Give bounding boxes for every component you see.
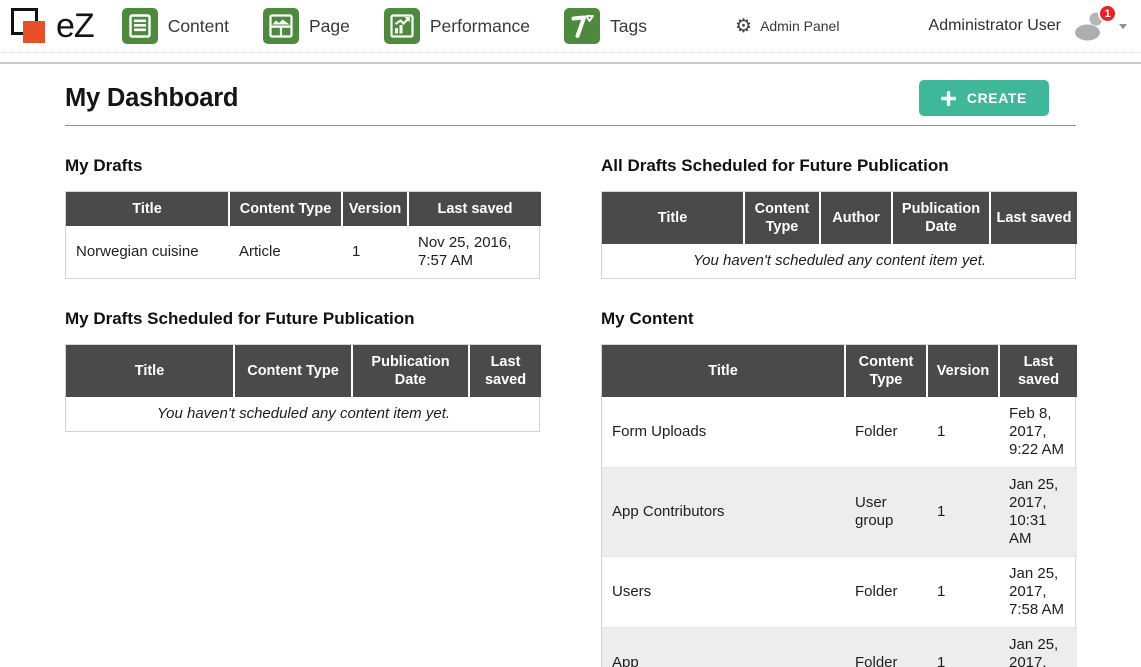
page-title: My Dashboard bbox=[65, 84, 238, 113]
cell-last-saved: Jan 25, 2017, 10:31 AM bbox=[999, 468, 1077, 557]
column-header: Title bbox=[66, 192, 229, 226]
column-header: Content Type bbox=[845, 345, 927, 397]
cell-version: 1 bbox=[927, 397, 999, 468]
cell-version: 1 bbox=[927, 628, 999, 667]
nav-item-label: Tags bbox=[610, 16, 647, 37]
cell-title: Users bbox=[602, 557, 845, 628]
ez-logo-icon bbox=[10, 6, 48, 46]
all-drafts-scheduled-table: Title Content Type Author Publication Da… bbox=[601, 191, 1076, 279]
column-header: Version bbox=[342, 192, 408, 226]
section-my-content: My Content Title Content Type Version La… bbox=[601, 279, 1076, 667]
cell-title: App bbox=[602, 628, 845, 667]
avatar: 1 bbox=[1073, 11, 1109, 41]
user-name: Administrator User bbox=[929, 17, 1061, 35]
create-button[interactable]: CREATE bbox=[919, 80, 1049, 116]
column-header: Last saved bbox=[408, 192, 541, 226]
ez-logo-text: eZ bbox=[56, 9, 94, 43]
empty-message: You haven't scheduled any content item y… bbox=[602, 244, 1077, 278]
cell-last-saved: Jan 25, 2017, 7:55 AM bbox=[999, 628, 1077, 667]
column-header: Publication Date bbox=[352, 345, 469, 397]
column-header: Publication Date bbox=[892, 192, 990, 244]
section-heading: My Drafts Scheduled for Future Publicati… bbox=[65, 309, 540, 329]
cell-content-type: Folder bbox=[845, 397, 927, 468]
gear-icon: ⚙ bbox=[735, 17, 752, 36]
empty-message: You haven't scheduled any content item y… bbox=[66, 397, 541, 431]
table-row[interactable]: Norwegian cuisine Article 1 Nov 25, 2016… bbox=[66, 226, 541, 278]
column-header: Version bbox=[927, 345, 999, 397]
chevron-down-icon bbox=[1119, 24, 1127, 29]
column-header: Title bbox=[602, 345, 845, 397]
cell-title: Norwegian cuisine bbox=[66, 226, 229, 278]
section-heading: My Content bbox=[601, 309, 1076, 329]
user-menu[interactable]: Administrator User 1 bbox=[929, 11, 1127, 41]
cell-last-saved: Feb 8, 2017, 9:22 AM bbox=[999, 397, 1077, 468]
table-header-row: Title Content Type Publication Date Last… bbox=[66, 345, 541, 397]
section-heading: My Drafts bbox=[65, 156, 540, 176]
nav-item-label: Content bbox=[168, 16, 229, 37]
section-my-drafts: My Drafts Title Content Type Version Las… bbox=[65, 126, 540, 279]
column-header: Last saved bbox=[999, 345, 1077, 397]
dashboard-page: My Dashboard CREATE My Drafts Title Cont… bbox=[0, 80, 1141, 667]
my-drafts-table: Title Content Type Version Last saved No… bbox=[65, 191, 540, 279]
top-navbar: eZ Content Page Performan bbox=[0, 0, 1141, 53]
cell-last-saved: Nov 25, 2016, 7:57 AM bbox=[408, 226, 541, 278]
column-header: Title bbox=[66, 345, 234, 397]
cell-version: 1 bbox=[927, 557, 999, 628]
column-header: Last saved bbox=[469, 345, 541, 397]
column-header: Content Type bbox=[234, 345, 352, 397]
section-my-drafts-scheduled: My Drafts Scheduled for Future Publicati… bbox=[65, 279, 540, 667]
cell-version: 1 bbox=[927, 468, 999, 557]
nav-item-page[interactable]: Page bbox=[263, 8, 350, 44]
column-header: Content Type bbox=[744, 192, 820, 244]
table-row[interactable]: App Contributors User group 1 Jan 25, 20… bbox=[602, 468, 1077, 557]
content-icon bbox=[122, 8, 158, 44]
dashboard-grid: My Drafts Title Content Type Version Las… bbox=[65, 126, 1076, 667]
table-row[interactable]: Form Uploads Folder 1 Feb 8, 2017, 9:22 … bbox=[602, 397, 1077, 468]
performance-icon bbox=[384, 8, 420, 44]
nav-item-tags[interactable]: Tags bbox=[564, 8, 647, 44]
nav-item-label: Page bbox=[309, 16, 350, 37]
table-header-row: Title Content Type Version Last saved bbox=[602, 345, 1077, 397]
table-row[interactable]: App Folder 1 Jan 25, 2017, 7:55 AM bbox=[602, 628, 1077, 667]
my-content-table: Title Content Type Version Last saved Fo… bbox=[601, 344, 1076, 667]
admin-panel-label: Admin Panel bbox=[760, 18, 839, 34]
table-row[interactable]: Users Folder 1 Jan 25, 2017, 7:58 AM bbox=[602, 557, 1077, 628]
cell-content-type: Folder bbox=[845, 557, 927, 628]
table-header-row: Title Content Type Version Last saved bbox=[66, 192, 541, 226]
nav-item-performance[interactable]: Performance bbox=[384, 8, 530, 44]
create-button-label: CREATE bbox=[967, 90, 1027, 106]
column-header: Title bbox=[602, 192, 744, 244]
my-drafts-scheduled-table: Title Content Type Publication Date Last… bbox=[65, 344, 540, 432]
cell-title: Form Uploads bbox=[602, 397, 845, 468]
section-heading: All Drafts Scheduled for Future Publicat… bbox=[601, 156, 1076, 176]
notification-badge[interactable]: 1 bbox=[1098, 4, 1117, 23]
cell-content-type: Article bbox=[229, 226, 342, 278]
nav-item-content[interactable]: Content bbox=[122, 8, 229, 44]
cell-content-type: Folder bbox=[845, 628, 927, 667]
section-all-drafts-scheduled: All Drafts Scheduled for Future Publicat… bbox=[601, 126, 1076, 279]
admin-panel-button[interactable]: ⚙ Admin Panel bbox=[735, 17, 839, 36]
column-header: Author bbox=[820, 192, 892, 244]
cell-version: 1 bbox=[342, 226, 408, 278]
page-header: My Dashboard CREATE bbox=[65, 80, 1076, 126]
navbar-separator bbox=[0, 53, 1141, 64]
page-icon bbox=[263, 8, 299, 44]
ez-logo[interactable]: eZ bbox=[10, 6, 94, 46]
empty-state-row: You haven't scheduled any content item y… bbox=[602, 244, 1077, 278]
nav-item-label: Performance bbox=[430, 16, 530, 37]
empty-state-row: You haven't scheduled any content item y… bbox=[66, 397, 541, 431]
table-header-row: Title Content Type Author Publication Da… bbox=[602, 192, 1077, 244]
cell-last-saved: Jan 25, 2017, 7:58 AM bbox=[999, 557, 1077, 628]
column-header: Content Type bbox=[229, 192, 342, 226]
cell-title: App Contributors bbox=[602, 468, 845, 557]
cell-content-type: User group bbox=[845, 468, 927, 557]
tags-icon bbox=[564, 8, 600, 44]
column-header: Last saved bbox=[990, 192, 1077, 244]
plus-icon bbox=[941, 91, 956, 106]
